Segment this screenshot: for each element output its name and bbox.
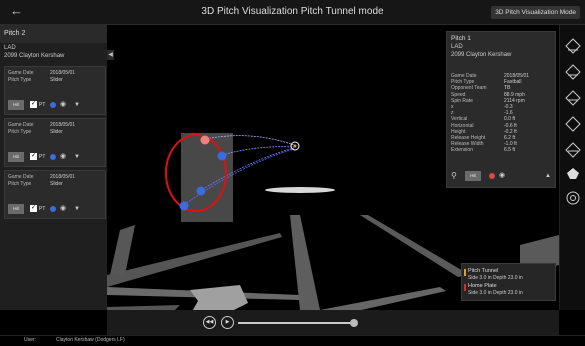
pitch-detail-player: 2099 Clayton Kershaw: [451, 52, 512, 58]
card-controls: Hit ✓ PT ◉ ▼: [8, 152, 103, 162]
release-point-dot: [293, 144, 297, 148]
reset-view-icon[interactable]: [564, 189, 582, 207]
play-icon[interactable]: ▶: [221, 316, 234, 329]
pt-label: PT: [39, 102, 46, 108]
mode-toggle-button[interactable]: 3D Pitch Visualization Mode: [491, 6, 580, 19]
view-home-icon[interactable]: [564, 165, 582, 183]
pitch-card[interactable]: Game Date 2018/05/01 Pitch Type Slider Hit…: [4, 66, 106, 115]
pitch-type-label: Pitch Type: [8, 181, 32, 187]
collapse-left-panel-button[interactable]: ◀: [107, 50, 114, 60]
left-team-code: LAD: [4, 45, 16, 51]
pitch-ball-blue-2: [196, 186, 206, 196]
step-back-icon[interactable]: ◀◀: [203, 316, 216, 329]
card-controls: Hit ✓ PT ◉ ▼: [8, 100, 103, 110]
playback-slider-handle[interactable]: [350, 319, 358, 327]
game-date-label: Game Date: [8, 70, 34, 76]
game-date-value: 2018/05/01: [50, 122, 76, 128]
game-date-value: 2018/05/01: [50, 174, 76, 180]
status-label: User:: [24, 337, 36, 343]
detail-row: Extension 6.5 ft: [451, 147, 516, 154]
home-plate-swatch: [464, 284, 466, 291]
pt-label: PT: [39, 206, 46, 212]
game-date-label: Game Date: [8, 122, 34, 128]
hit-button[interactable]: Hit: [8, 100, 24, 110]
legend-pitch-tunnel-title: Pitch Tunnel: [468, 268, 499, 274]
mound-ellipse: [265, 187, 335, 193]
pitch-type-label: Pitch Type: [8, 129, 32, 135]
view-top-icon[interactable]: [564, 37, 582, 55]
pitch-detail-title: Pitch 1: [451, 35, 471, 42]
title-bar: ← 3D Pitch Visualization Pitch Tunnel mo…: [0, 0, 585, 25]
pitch-tunnel-swatch: [464, 269, 466, 276]
caret-down-icon[interactable]: ▼: [74, 204, 80, 214]
card-controls: Hit ✓ PT ◉ ▼: [8, 204, 103, 214]
legend-home-plate-sub: Side 3.0 in Depth 23.0 in: [468, 290, 523, 296]
color-dot-icon[interactable]: [50, 206, 56, 212]
color-dot-icon[interactable]: [50, 102, 56, 108]
caret-down-icon[interactable]: ▼: [74, 152, 80, 162]
pitch-type-value: Slider: [50, 129, 63, 135]
pitch-detail-rows: Game Date 2018/05/01 Pitch Type Fastball O…: [451, 73, 551, 153]
color-dot-icon[interactable]: [489, 173, 495, 179]
view-batter-icon[interactable]: [564, 141, 582, 159]
color-dot-icon[interactable]: [50, 154, 56, 160]
status-value: Clayton Kershaw (Dodgers LF): [56, 337, 125, 343]
caret-up-icon[interactable]: ▲: [545, 171, 551, 181]
pitch-type-value: Slider: [50, 181, 63, 187]
pitch-ball-blue-3: [179, 201, 189, 211]
legend-box: Pitch Tunnel Side 3.0 in Depth 23.0 in H…: [461, 263, 556, 301]
eye-icon[interactable]: ◉: [60, 152, 66, 162]
caret-down-icon[interactable]: ▼: [74, 100, 80, 110]
eye-icon[interactable]: ◉: [499, 171, 505, 181]
pitch-type-label: Pitch Type: [8, 77, 32, 83]
hit-button[interactable]: Hit: [8, 152, 24, 162]
game-date-value: 2018/05/01: [50, 70, 76, 76]
pt-checkbox[interactable]: ✓: [30, 205, 37, 212]
left-pitch-panel: Pitch 2 LAD 2099 Clayton Kershaw Game Da…: [0, 25, 107, 310]
pitch-detail-team: LAD: [451, 44, 463, 50]
pitch-card[interactable]: Game Date 2018/05/01 Pitch Type Slider Hit…: [4, 118, 106, 167]
pitch-type-value: Slider: [50, 77, 63, 83]
view-toolbar: [559, 25, 585, 310]
left-panel-header: Pitch 2: [0, 25, 107, 43]
playback-bar: ◀◀ ▶: [107, 310, 559, 335]
legend-pitch-tunnel-sub: Side 3.0 in Depth 23.0 in: [468, 275, 523, 281]
hit-button[interactable]: Hit: [8, 204, 24, 214]
status-bar: User: Clayton Kershaw (Dodgers LF): [0, 335, 585, 346]
left-player-name: 2099 Clayton Kershaw: [4, 53, 65, 59]
detail-controls: ⚲ Hit ◉ ▲: [451, 171, 551, 181]
pt-label: PT: [39, 154, 46, 160]
view-pitcher-icon[interactable]: [564, 115, 582, 133]
pitch-card[interactable]: Game Date 2018/05/01 Pitch Type Slider Hit…: [4, 170, 106, 219]
legend-home-plate-title: Home Plate: [468, 283, 497, 289]
search-icon[interactable]: ⚲: [451, 171, 457, 181]
view-catcher-icon[interactable]: [564, 63, 582, 81]
hit-button[interactable]: Hit: [465, 171, 481, 181]
eye-icon[interactable]: ◉: [60, 204, 66, 214]
pitch-ball-blue-1: [217, 151, 227, 161]
pitch-ball-pink: [200, 135, 210, 145]
game-date-label: Game Date: [8, 174, 34, 180]
view-side-icon[interactable]: [564, 89, 582, 107]
playback-slider-track[interactable]: [238, 322, 355, 324]
pt-checkbox[interactable]: ✓: [30, 101, 37, 108]
pitch-detail-panel: Pitch 1 LAD 2099 Clayton Kershaw Game Da…: [446, 31, 556, 188]
eye-icon[interactable]: ◉: [60, 100, 66, 110]
pt-checkbox[interactable]: ✓: [30, 153, 37, 160]
